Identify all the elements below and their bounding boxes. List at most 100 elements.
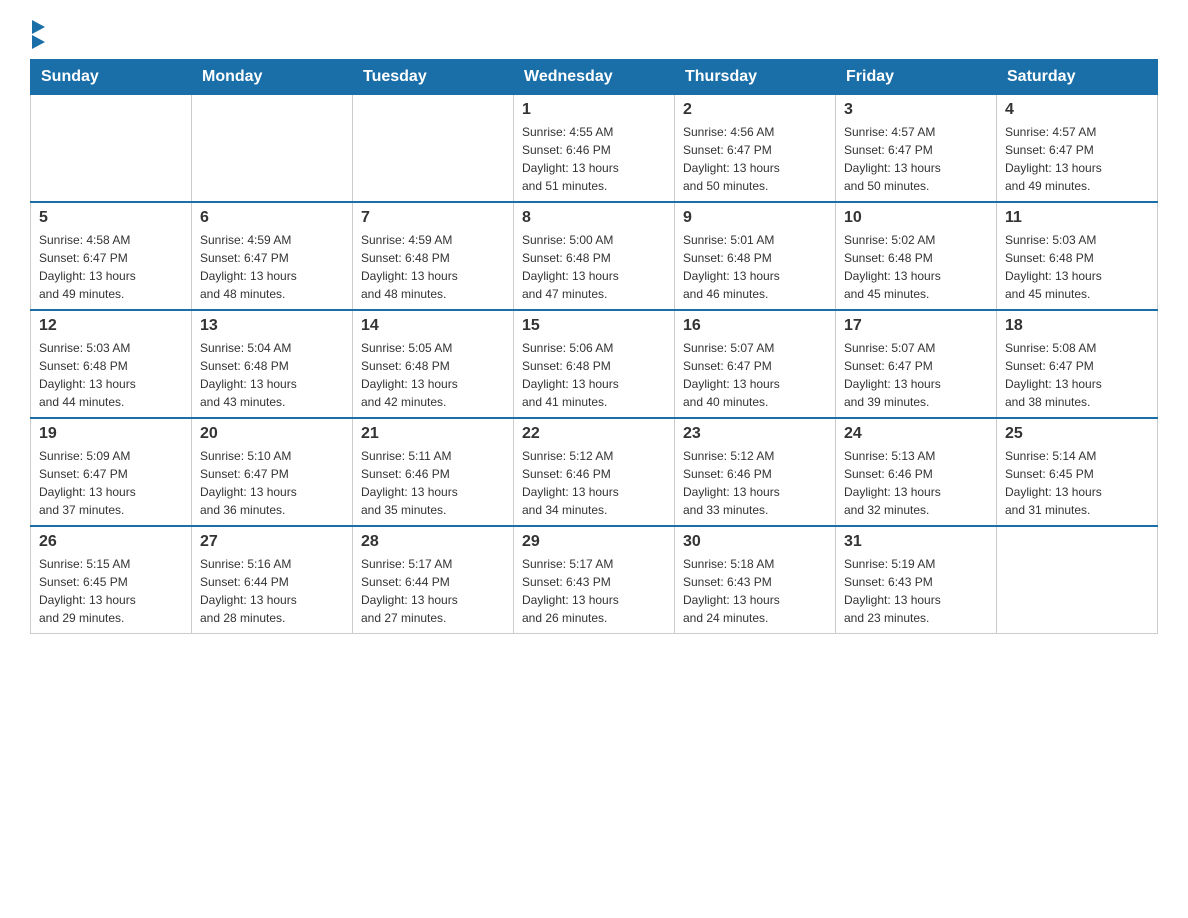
day-number: 22 (522, 425, 666, 443)
column-header-sunday: Sunday (31, 60, 192, 95)
calendar-cell: 28 Sunrise: 5:17 AM Sunset: 6:44 PM Dayli… (353, 526, 514, 634)
day-number: 24 (844, 425, 988, 443)
calendar-cell: 30 Sunrise: 5:18 AM Sunset: 6:43 PM Dayli… (675, 526, 836, 634)
day-number: 6 (200, 209, 344, 227)
day-info: Sunrise: 5:06 AM Sunset: 6:48 PM Dayligh… (522, 339, 666, 411)
calendar-header-row: SundayMondayTuesdayWednesdayThursdayFrid… (31, 60, 1158, 95)
calendar-cell: 3Sunrise: 4:57 AM Sunset: 6:47 PM Daylig… (836, 95, 997, 203)
day-info: Sunrise: 5:12 AM Sunset: 6:46 PM Dayligh… (522, 447, 666, 519)
logo (30, 20, 45, 49)
day-info: Sunrise: 5:12 AM Sunset: 6:46 PM Dayligh… (683, 447, 827, 519)
day-number: 2 (683, 101, 827, 119)
calendar-week-row: 5Sunrise: 4:58 AM Sunset: 6:47 PM Daylig… (31, 202, 1158, 310)
day-info: Sunrise: 4:59 AM Sunset: 6:48 PM Dayligh… (361, 231, 505, 303)
day-info: Sunrise: 5:17 AM Sunset: 6:43 PM Dayligh… (522, 555, 666, 627)
calendar-cell: 8Sunrise: 5:00 AM Sunset: 6:48 PM Daylig… (514, 202, 675, 310)
column-header-wednesday: Wednesday (514, 60, 675, 95)
day-number: 18 (1005, 317, 1149, 335)
calendar-cell: 20Sunrise: 5:10 AM Sunset: 6:47 PM Dayli… (192, 418, 353, 526)
day-number: 21 (361, 425, 505, 443)
day-info: Sunrise: 5:10 AM Sunset: 6:47 PM Dayligh… (200, 447, 344, 519)
calendar-cell (353, 95, 514, 203)
calendar-cell: 22 Sunrise: 5:12 AM Sunset: 6:46 PM Dayli… (514, 418, 675, 526)
calendar-cell: 24 Sunrise: 5:13 AM Sunset: 6:46 PM Dayli… (836, 418, 997, 526)
day-info: Sunrise: 4:56 AM Sunset: 6:47 PM Dayligh… (683, 123, 827, 195)
day-number: 7 (361, 209, 505, 227)
day-info: Sunrise: 4:59 AM Sunset: 6:47 PM Dayligh… (200, 231, 344, 303)
day-info: Sunrise: 5:17 AM Sunset: 6:44 PM Dayligh… (361, 555, 505, 627)
day-number: 12 (39, 317, 183, 335)
day-number: 11 (1005, 209, 1149, 227)
calendar-cell: 11 Sunrise: 5:03 AM Sunset: 6:48 PM Dayli… (997, 202, 1158, 310)
day-info: Sunrise: 5:01 AM Sunset: 6:48 PM Dayligh… (683, 231, 827, 303)
day-info: Sunrise: 5:07 AM Sunset: 6:47 PM Dayligh… (844, 339, 988, 411)
page-header (30, 20, 1158, 49)
day-info: Sunrise: 5:07 AM Sunset: 6:47 PM Dayligh… (683, 339, 827, 411)
day-number: 15 (522, 317, 666, 335)
calendar-cell: 4 Sunrise: 4:57 AM Sunset: 6:47 PM Daylig… (997, 95, 1158, 203)
column-header-tuesday: Tuesday (353, 60, 514, 95)
day-info: Sunrise: 5:08 AM Sunset: 6:47 PM Dayligh… (1005, 339, 1149, 411)
day-number: 30 (683, 533, 827, 551)
calendar-week-row: 12 Sunrise: 5:03 AM Sunset: 6:48 PM Dayli… (31, 310, 1158, 418)
calendar-cell: 9Sunrise: 5:01 AM Sunset: 6:48 PM Daylig… (675, 202, 836, 310)
calendar-cell (31, 95, 192, 203)
calendar-cell: 16 Sunrise: 5:07 AM Sunset: 6:47 PM Dayli… (675, 310, 836, 418)
day-number: 10 (844, 209, 988, 227)
calendar-cell: 14 Sunrise: 5:05 AM Sunset: 6:48 PM Dayli… (353, 310, 514, 418)
calendar-cell: 21 Sunrise: 5:11 AM Sunset: 6:46 PM Dayli… (353, 418, 514, 526)
calendar-cell: 29 Sunrise: 5:17 AM Sunset: 6:43 PM Dayli… (514, 526, 675, 634)
calendar-cell: 5Sunrise: 4:58 AM Sunset: 6:47 PM Daylig… (31, 202, 192, 310)
calendar-cell (192, 95, 353, 203)
calendar-cell (997, 526, 1158, 634)
day-info: Sunrise: 5:11 AM Sunset: 6:46 PM Dayligh… (361, 447, 505, 519)
calendar-cell: 18 Sunrise: 5:08 AM Sunset: 6:47 PM Dayli… (997, 310, 1158, 418)
calendar-cell: 27Sunrise: 5:16 AM Sunset: 6:44 PM Dayli… (192, 526, 353, 634)
day-info: Sunrise: 5:00 AM Sunset: 6:48 PM Dayligh… (522, 231, 666, 303)
calendar-cell: 31 Sunrise: 5:19 AM Sunset: 6:43 PM Dayli… (836, 526, 997, 634)
column-header-friday: Friday (836, 60, 997, 95)
calendar-cell: 12 Sunrise: 5:03 AM Sunset: 6:48 PM Dayli… (31, 310, 192, 418)
calendar-week-row: 26 Sunrise: 5:15 AM Sunset: 6:45 PM Dayli… (31, 526, 1158, 634)
day-info: Sunrise: 5:03 AM Sunset: 6:48 PM Dayligh… (39, 339, 183, 411)
calendar-cell: 13 Sunrise: 5:04 AM Sunset: 6:48 PM Dayli… (192, 310, 353, 418)
day-number: 5 (39, 209, 183, 227)
day-info: Sunrise: 5:03 AM Sunset: 6:48 PM Dayligh… (1005, 231, 1149, 303)
day-number: 25 (1005, 425, 1149, 443)
day-number: 29 (522, 533, 666, 551)
calendar-cell: 1Sunrise: 4:55 AM Sunset: 6:46 PM Daylig… (514, 95, 675, 203)
calendar-cell: 25Sunrise: 5:14 AM Sunset: 6:45 PM Dayli… (997, 418, 1158, 526)
day-info: Sunrise: 4:57 AM Sunset: 6:47 PM Dayligh… (844, 123, 988, 195)
calendar-cell: 26 Sunrise: 5:15 AM Sunset: 6:45 PM Dayli… (31, 526, 192, 634)
calendar-cell: 10 Sunrise: 5:02 AM Sunset: 6:48 PM Dayli… (836, 202, 997, 310)
day-number: 27 (200, 533, 344, 551)
day-number: 13 (200, 317, 344, 335)
calendar-week-row: 19 Sunrise: 5:09 AM Sunset: 6:47 PM Dayli… (31, 418, 1158, 526)
day-info: Sunrise: 5:18 AM Sunset: 6:43 PM Dayligh… (683, 555, 827, 627)
column-header-monday: Monday (192, 60, 353, 95)
calendar-cell: 2 Sunrise: 4:56 AM Sunset: 6:47 PM Daylig… (675, 95, 836, 203)
column-header-thursday: Thursday (675, 60, 836, 95)
day-info: Sunrise: 4:57 AM Sunset: 6:47 PM Dayligh… (1005, 123, 1149, 195)
day-number: 31 (844, 533, 988, 551)
calendar-cell: 7 Sunrise: 4:59 AM Sunset: 6:48 PM Daylig… (353, 202, 514, 310)
day-number: 23 (683, 425, 827, 443)
day-number: 26 (39, 533, 183, 551)
day-info: Sunrise: 5:09 AM Sunset: 6:47 PM Dayligh… (39, 447, 183, 519)
day-info: Sunrise: 5:02 AM Sunset: 6:48 PM Dayligh… (844, 231, 988, 303)
day-info: Sunrise: 5:04 AM Sunset: 6:48 PM Dayligh… (200, 339, 344, 411)
day-info: Sunrise: 5:05 AM Sunset: 6:48 PM Dayligh… (361, 339, 505, 411)
day-info: Sunrise: 5:15 AM Sunset: 6:45 PM Dayligh… (39, 555, 183, 627)
column-header-saturday: Saturday (997, 60, 1158, 95)
day-number: 4 (1005, 101, 1149, 119)
day-info: Sunrise: 5:13 AM Sunset: 6:46 PM Dayligh… (844, 447, 988, 519)
day-number: 19 (39, 425, 183, 443)
calendar-cell: 6 Sunrise: 4:59 AM Sunset: 6:47 PM Daylig… (192, 202, 353, 310)
day-number: 14 (361, 317, 505, 335)
day-number: 16 (683, 317, 827, 335)
day-number: 17 (844, 317, 988, 335)
calendar-cell: 17 Sunrise: 5:07 AM Sunset: 6:47 PM Dayli… (836, 310, 997, 418)
day-number: 28 (361, 533, 505, 551)
calendar-cell: 15 Sunrise: 5:06 AM Sunset: 6:48 PM Dayli… (514, 310, 675, 418)
day-info: Sunrise: 5:19 AM Sunset: 6:43 PM Dayligh… (844, 555, 988, 627)
